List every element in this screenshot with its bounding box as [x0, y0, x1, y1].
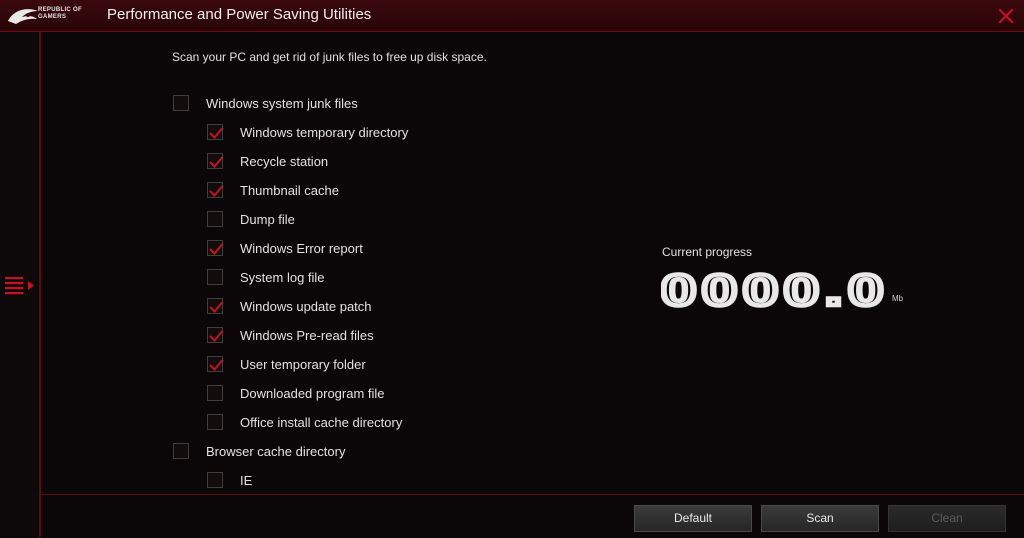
checkbox[interactable]	[207, 269, 223, 285]
checkbox[interactable]	[173, 95, 189, 111]
checkbox-system-log-file[interactable]: System log file	[207, 268, 325, 286]
window-title: Performance and Power Saving Utilities	[107, 6, 372, 23]
checkbox-label: Windows Pre-read files	[240, 327, 374, 343]
checkbox-label: Dump file	[240, 211, 295, 227]
checkbox[interactable]	[207, 124, 224, 140]
checkbox-user-temporary-folder[interactable]: User temporary folder	[207, 355, 366, 373]
checkbox[interactable]	[207, 385, 223, 401]
checkmark-icon	[209, 156, 224, 168]
checkbox-windows-system-junk-files[interactable]: Windows system junk files	[173, 94, 358, 112]
checkbox-browser-cache-directory[interactable]: Browser cache directory	[173, 442, 345, 460]
checkmark-icon	[209, 127, 224, 139]
scan-button[interactable]: Scan	[761, 505, 879, 532]
checkbox-label: Downloaded program file	[240, 385, 385, 401]
checkbox-windows-pre-read-files[interactable]: Windows Pre-read files	[207, 326, 374, 344]
menu-icon[interactable]	[5, 276, 37, 296]
checkbox[interactable]	[207, 414, 223, 430]
logo-text: REPUBLIC OF GAMERS	[38, 7, 82, 21]
checkbox[interactable]	[207, 356, 224, 372]
checkbox-label: Windows Error report	[240, 240, 363, 256]
checkbox-label: Thumbnail cache	[240, 182, 339, 198]
checkbox-downloaded-program-file[interactable]: Downloaded program file	[207, 384, 385, 402]
progress-label: Current progress	[662, 245, 753, 259]
checkbox-windows-temporary-directory[interactable]: Windows temporary directory	[207, 123, 408, 141]
checkbox-label: User temporary folder	[240, 356, 366, 372]
checkmark-icon	[209, 301, 224, 313]
footer-bar: Default Scan Clean	[41, 494, 1024, 538]
checkbox-label: System log file	[240, 269, 325, 285]
checkbox[interactable]	[207, 327, 224, 343]
checkbox[interactable]	[173, 443, 189, 459]
default-button[interactable]: Default	[634, 505, 752, 532]
checkbox-label: IE	[240, 472, 253, 488]
logo-text-line1: REPUBLIC OF	[38, 7, 82, 13]
checkbox-label: Windows update patch	[240, 298, 372, 314]
description-text: Scan your PC and get rid of junk files t…	[172, 50, 487, 64]
checkbox-dump-file[interactable]: Dump file	[207, 210, 295, 228]
title-bar: REPUBLIC OF GAMERS Performance and Power…	[0, 0, 1024, 32]
checkbox-windows-update-patch[interactable]: Windows update patch	[207, 297, 372, 315]
checkbox-office-install-cache-directory[interactable]: Office install cache directory	[207, 413, 402, 431]
checkbox-windows-error-report[interactable]: Windows Error report	[207, 239, 363, 257]
checkbox-label: Recycle station	[240, 153, 329, 169]
checkmark-icon	[209, 185, 224, 197]
checkbox[interactable]	[207, 240, 224, 256]
checkbox[interactable]	[207, 182, 224, 198]
checkmark-icon	[209, 359, 224, 371]
checkmark-icon	[209, 243, 224, 255]
sidebar	[0, 32, 41, 537]
checkbox-label: Windows system junk files	[206, 95, 358, 111]
checkbox-label: Office install cache directory	[240, 414, 403, 430]
checkmark-icon	[209, 330, 224, 342]
main-panel: Scan your PC and get rid of junk files t…	[41, 32, 1024, 494]
logo-text-line2: GAMERS	[38, 14, 67, 20]
checkbox-thumbnail-cache[interactable]: Thumbnail cache	[207, 181, 339, 199]
checkbox[interactable]	[207, 211, 223, 227]
checkbox[interactable]	[207, 153, 224, 169]
close-icon[interactable]	[995, 5, 1017, 27]
checkbox-label: Windows temporary directory	[240, 124, 409, 140]
checkbox-label: Browser cache directory	[206, 443, 346, 459]
clean-button[interactable]: Clean	[888, 505, 1006, 532]
progress-counter: 0000.0	[661, 272, 889, 312]
checkbox-ie[interactable]: IE	[207, 471, 252, 489]
progress-unit: Mb	[892, 294, 904, 303]
progress-value: 0000.0	[661, 272, 889, 312]
checkbox-recycle-station[interactable]: Recycle station	[207, 152, 328, 170]
checkbox[interactable]	[207, 472, 223, 488]
checkbox[interactable]	[207, 298, 224, 314]
